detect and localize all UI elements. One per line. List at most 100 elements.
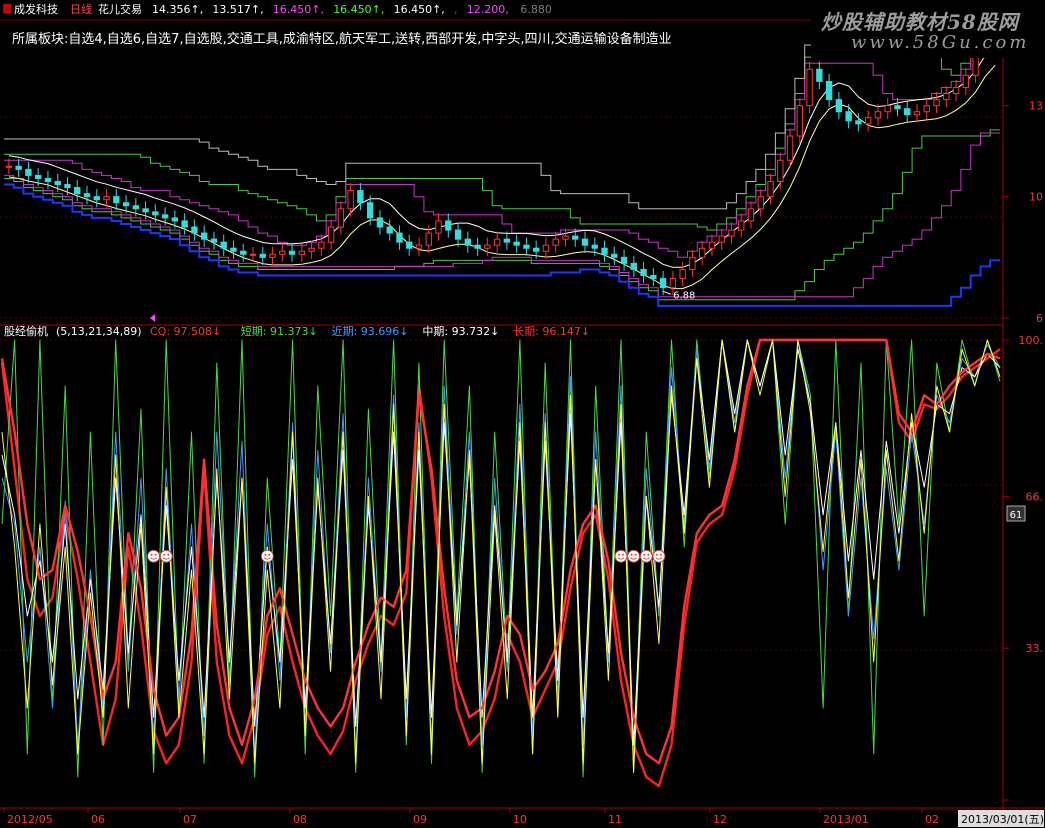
candle-body xyxy=(318,241,325,249)
candle-body xyxy=(249,253,257,256)
indicator-value: CQ: 97.508↓ xyxy=(150,325,221,338)
candle-body xyxy=(122,202,130,207)
stock-name: 成发科技 xyxy=(14,2,58,16)
cursor-marker-icon xyxy=(150,314,155,322)
candle-body xyxy=(376,217,384,228)
candle-body xyxy=(474,244,481,249)
candle-body xyxy=(386,226,393,234)
candle-body xyxy=(933,99,940,107)
blue-support-band xyxy=(4,183,1000,307)
candle-body xyxy=(298,250,306,255)
x-tick-label: 10 xyxy=(513,813,527,826)
candle-body xyxy=(572,235,579,240)
candle-body xyxy=(366,202,374,219)
stock-marker-icon xyxy=(3,4,11,13)
candle-body xyxy=(796,105,804,137)
indicator-plot xyxy=(0,338,1001,788)
indicator-header: 股经偷机 (5,13,21,34,89) CQ: 97.508↓ 短期: 91.3… xyxy=(4,324,590,338)
candle-body xyxy=(913,111,921,116)
candle-body xyxy=(308,247,315,252)
header-value: 16.450↑, xyxy=(333,3,384,16)
candle-body xyxy=(620,256,628,264)
header-value: 12.200, xyxy=(467,3,509,16)
candle-body xyxy=(806,68,813,107)
candle-body xyxy=(816,68,823,82)
candle-body xyxy=(777,159,784,182)
candle-body xyxy=(640,268,647,277)
candle-body xyxy=(503,238,511,243)
magenta-upper-band xyxy=(4,44,1000,258)
candle-body xyxy=(142,208,149,213)
candle-body xyxy=(679,268,686,280)
candle-body xyxy=(786,135,794,161)
candle-body xyxy=(288,250,296,255)
candle-body xyxy=(523,244,530,249)
x-tick-label: 02 xyxy=(925,813,939,826)
price-y-axis: 13 10 6 xyxy=(1003,100,1043,325)
candle-body xyxy=(259,253,266,258)
value-badge-label: 61 xyxy=(1010,510,1023,521)
candle-body xyxy=(279,250,286,255)
candle-body xyxy=(54,181,61,186)
header-values: 14.356↑, 13.517↑, 16.450↑, 16.450↑, 16.450↑,… xyxy=(152,3,552,16)
candle-body xyxy=(659,278,667,289)
indicator-values: CQ: 97.508↓ 短期: 91.373↓ 近期: 93.696↓ 中期: 93.… xyxy=(150,324,590,338)
candle-body xyxy=(132,205,140,210)
candle-body xyxy=(64,184,71,189)
x-tick-label: 06 xyxy=(91,813,105,826)
candle-body xyxy=(884,105,891,113)
candle-body xyxy=(835,99,843,113)
candle-body xyxy=(200,232,208,240)
candle-body xyxy=(845,111,852,122)
candle-body xyxy=(552,238,559,246)
candle-body xyxy=(44,177,52,182)
indicator-params: (5,13,21,34,89) xyxy=(56,325,142,338)
x-tick-label: 07 xyxy=(183,813,197,826)
candle-body xyxy=(25,168,32,176)
signal-smiley-icon xyxy=(627,549,641,563)
price-header: 成发科技 日线 花儿交易 14.356↑, 13.517↑, 16.450↑, 16.… xyxy=(3,2,552,16)
grey-upper-band xyxy=(4,44,1000,210)
candle-body xyxy=(337,208,345,228)
stock-chart[interactable]: 成发科技 日线 花儿交易 14.356↑, 13.517↑, 16.450↑, 16.… xyxy=(0,0,1045,828)
header-value: 16.450↑, xyxy=(273,3,324,16)
candle-body xyxy=(454,229,462,240)
indicator-y-axis: 100. 66. 33. 61 xyxy=(1003,334,1044,801)
x-axis: 2012/05 06 07 08 09 10 11 12 2013/01 02 2013/03/01… xyxy=(3,808,1044,827)
candle-body xyxy=(484,244,491,249)
watermark-line2: www.58Gu.com xyxy=(851,32,1030,53)
candle-body xyxy=(542,244,550,252)
header-value: 16.450↑, xyxy=(394,3,445,16)
indicator-tick-label: 33. xyxy=(1026,642,1044,655)
candle-body xyxy=(718,235,725,243)
candle-body xyxy=(581,238,589,246)
candle-body xyxy=(435,220,442,234)
candle-body xyxy=(240,250,247,255)
candle-body xyxy=(93,196,100,201)
candle-body xyxy=(113,196,120,204)
indicator-tick-label: 100. xyxy=(1019,334,1044,347)
candle-body xyxy=(161,214,169,219)
candle-body xyxy=(15,165,22,170)
low-marker-label: 6.88 xyxy=(673,290,695,301)
indicator-value: 长期: 96.147↓ xyxy=(513,325,590,338)
candle-body xyxy=(855,120,862,125)
candle-body xyxy=(952,86,960,95)
candle-body xyxy=(669,278,677,289)
candle-body xyxy=(767,181,774,198)
candle-body xyxy=(513,241,520,246)
candle-body xyxy=(415,244,423,249)
signal-smiley-icon xyxy=(652,549,666,563)
candle-body xyxy=(191,226,198,234)
candle-body xyxy=(601,247,608,255)
x-tick-label: 2013/01 xyxy=(823,813,869,826)
candle-body xyxy=(874,111,882,119)
signal-smiley-icon xyxy=(147,549,161,563)
candle-body xyxy=(5,165,13,168)
candle-body xyxy=(425,232,432,246)
candle-body xyxy=(396,232,403,243)
signal-smiley-icon xyxy=(614,549,628,563)
candle-body xyxy=(357,190,364,204)
x-tick-label: 08 xyxy=(293,813,307,826)
indicator-value: 中期: 93.732↓ xyxy=(422,325,499,338)
